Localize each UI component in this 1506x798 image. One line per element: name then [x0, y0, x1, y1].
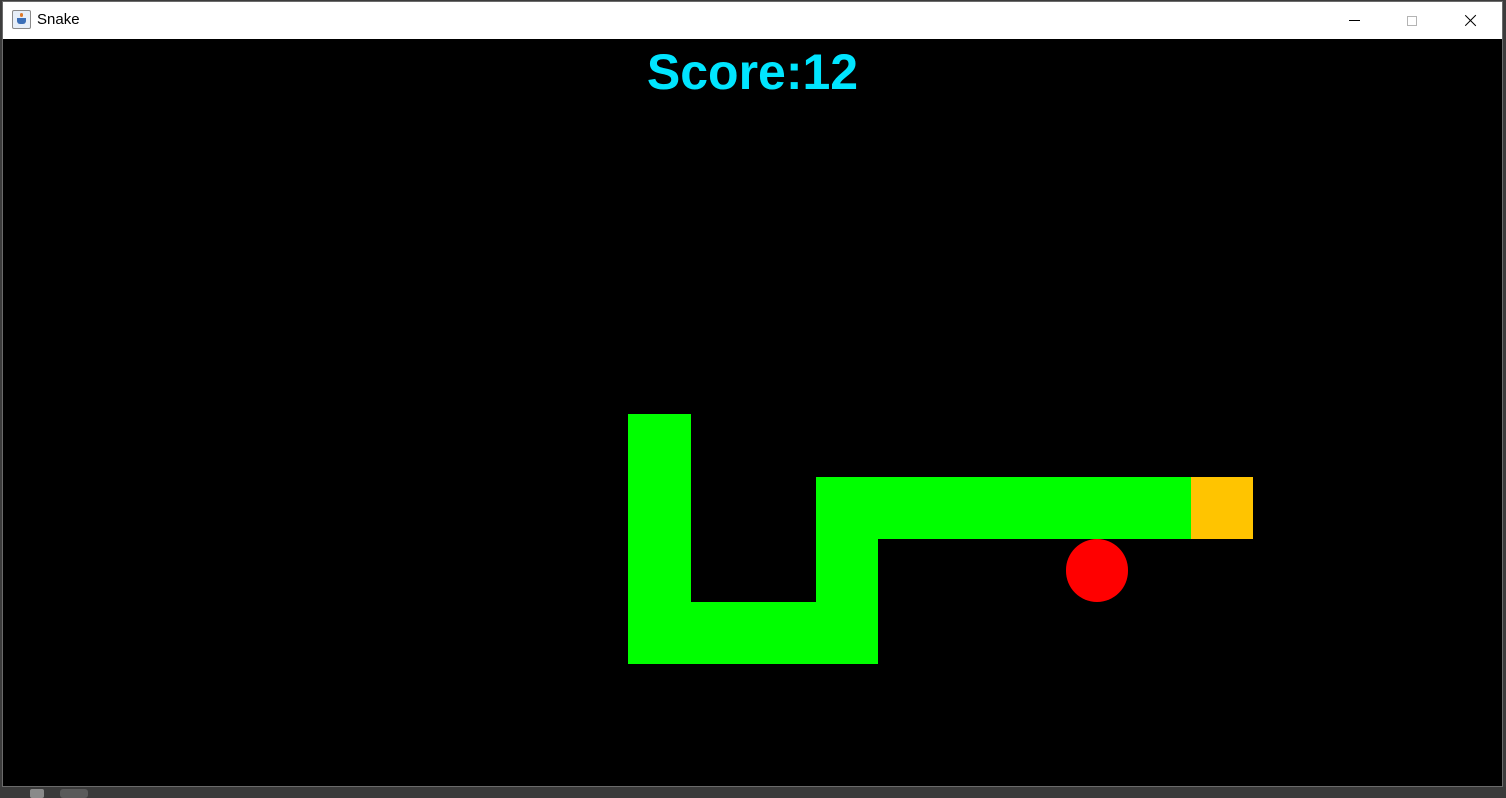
- snake-body-segment: [628, 539, 691, 602]
- minimize-icon: [1348, 20, 1360, 21]
- snake-body-segment: [1065, 476, 1128, 539]
- taskbar-strip: [0, 787, 1506, 798]
- snake-body-segment: [690, 601, 753, 664]
- close-icon: [1464, 14, 1477, 27]
- taskbar-item: [60, 789, 88, 798]
- snake-window: Snake Score:12: [2, 1, 1503, 787]
- snake-body-segment: [628, 414, 691, 477]
- snake-body-segment: [628, 601, 691, 664]
- snake-body-segment: [815, 476, 878, 539]
- snake-body-segment: [1003, 476, 1066, 539]
- score-display: Score:12: [646, 44, 859, 100]
- snake-body-segment: [878, 476, 941, 539]
- snake-body-segment: [940, 476, 1003, 539]
- game-board[interactable]: Score:12: [3, 39, 1502, 786]
- snake-body-segment: [815, 539, 878, 602]
- snake-body-segment: [1128, 476, 1191, 539]
- snake-head: [1190, 476, 1253, 539]
- maximize-icon: [1407, 15, 1417, 26]
- food-apple: [1065, 539, 1128, 602]
- title-bar[interactable]: Snake: [3, 2, 1502, 39]
- minimize-button[interactable]: [1325, 2, 1383, 39]
- camera-icon: [30, 789, 44, 798]
- java-cup-icon: [12, 10, 31, 29]
- maximize-button[interactable]: [1383, 2, 1441, 39]
- snake-body-segment: [753, 601, 816, 664]
- close-button[interactable]: [1441, 2, 1499, 39]
- window-title: Snake: [37, 11, 80, 28]
- snake-body-segment: [628, 476, 691, 539]
- snake-body-segment: [815, 601, 878, 664]
